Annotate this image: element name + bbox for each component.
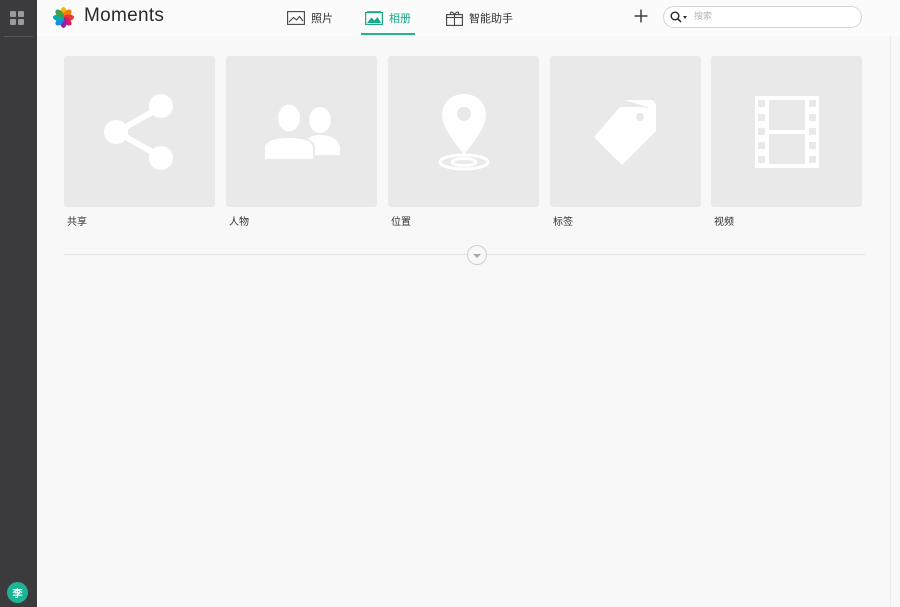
album-label-videos: 视频 bbox=[714, 217, 734, 228]
tag-icon bbox=[593, 99, 656, 165]
search-scope-caret-icon[interactable] bbox=[683, 16, 687, 19]
search-box[interactable] bbox=[663, 6, 862, 28]
tab-assistant-label: 智能助手 bbox=[469, 12, 513, 25]
album-card-people[interactable]: 人物 bbox=[226, 56, 377, 228]
album-tile-videos[interactable] bbox=[711, 56, 862, 207]
album-card-tags[interactable]: 标签 bbox=[550, 56, 701, 228]
tab-albums-label: 相册 bbox=[389, 12, 411, 25]
search-input[interactable] bbox=[694, 9, 854, 25]
album-card-videos[interactable]: 视频 bbox=[711, 56, 862, 228]
moments-logo-icon bbox=[53, 7, 74, 28]
share-icon bbox=[103, 93, 173, 170]
dock-divider bbox=[4, 36, 33, 37]
tab-albums[interactable]: 相册 bbox=[361, 0, 415, 36]
content-edge bbox=[890, 36, 891, 607]
album-icon bbox=[365, 11, 383, 25]
app-title: Moments bbox=[84, 5, 165, 26]
chevron-down-icon bbox=[473, 254, 481, 258]
album-tile-location[interactable] bbox=[388, 56, 539, 207]
album-label-location: 位置 bbox=[391, 217, 411, 228]
album-label-tags: 标签 bbox=[553, 217, 573, 228]
top-bar: Moments 照片 相册 智能助手 bbox=[37, 0, 900, 36]
location-pin-icon bbox=[438, 93, 489, 170]
album-card-share[interactable]: 共享 bbox=[64, 56, 215, 228]
album-label-people: 人物 bbox=[229, 217, 249, 228]
search-icon[interactable] bbox=[670, 11, 682, 23]
add-icon[interactable] bbox=[633, 8, 649, 24]
tab-assistant[interactable]: 智能助手 bbox=[446, 0, 513, 36]
section-divider bbox=[64, 254, 865, 255]
film-icon bbox=[754, 95, 819, 168]
album-label-share: 共享 bbox=[67, 217, 87, 228]
user-avatar[interactable]: 李 bbox=[7, 582, 28, 603]
album-tile-share[interactable] bbox=[64, 56, 215, 207]
app-grid-icon[interactable] bbox=[10, 11, 24, 25]
album-tile-tags[interactable] bbox=[550, 56, 701, 207]
gift-icon bbox=[446, 11, 463, 26]
tab-photos-label: 照片 bbox=[311, 12, 333, 25]
album-tile-people[interactable] bbox=[226, 56, 377, 207]
people-icon bbox=[262, 102, 340, 161]
expand-button[interactable] bbox=[467, 245, 487, 265]
image-icon bbox=[287, 11, 305, 25]
tab-photos[interactable]: 照片 bbox=[287, 0, 333, 36]
left-dock: 李 bbox=[0, 0, 37, 607]
album-card-location[interactable]: 位置 bbox=[388, 56, 539, 228]
